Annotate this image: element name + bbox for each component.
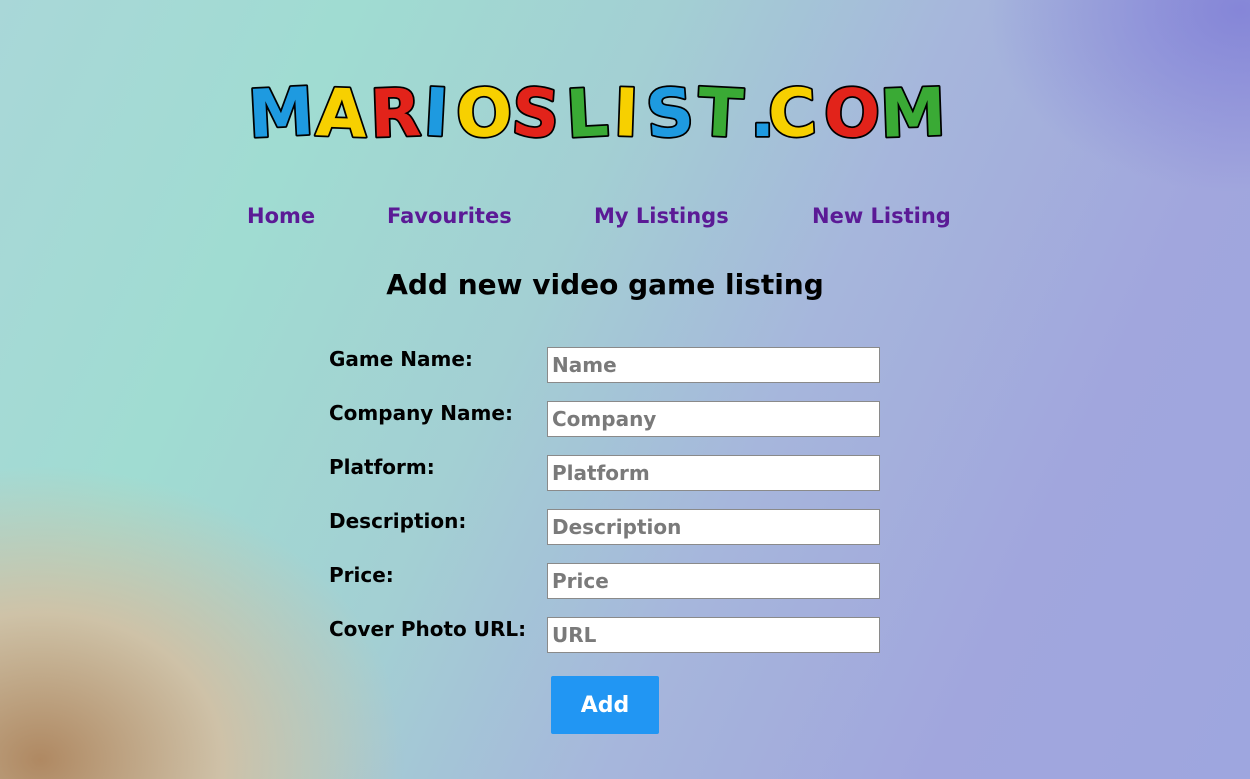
logo-letter: S: [509, 73, 562, 150]
price-label: Price:: [329, 563, 394, 587]
nav-favourites-link[interactable]: Favourites: [387, 204, 512, 228]
logo-letter: R: [369, 74, 422, 150]
game-name-input[interactable]: [547, 347, 880, 383]
logo-letter: L: [564, 74, 610, 150]
logo-letter: O: [822, 74, 882, 150]
description-label: Description:: [329, 509, 467, 533]
logo-letter: O: [455, 74, 514, 150]
cover-photo-url-input[interactable]: [547, 617, 880, 653]
cover-photo-url-label: Cover Photo URL:: [329, 617, 527, 641]
nav-new-listing-link[interactable]: New Listing: [812, 204, 951, 228]
logo-letter: M: [879, 74, 947, 150]
logo-letter: I: [422, 74, 451, 150]
company-name-input[interactable]: [547, 401, 880, 437]
logo-letter: C: [766, 74, 818, 150]
platform-label: Platform:: [329, 455, 435, 479]
page-title: Add new video game listing: [386, 268, 824, 301]
logo-letter: I: [613, 74, 640, 150]
nav-my-listings-link[interactable]: My Listings: [594, 204, 729, 228]
main-nav: Home Favourites My Listings New Listing: [0, 204, 1250, 238]
nav-home-link[interactable]: Home: [247, 204, 315, 228]
price-input[interactable]: [547, 563, 880, 599]
site-logo[interactable]: MARIOSLIST.COM: [246, 66, 966, 150]
company-name-label: Company Name:: [329, 401, 513, 425]
logo-letter: M: [246, 73, 316, 150]
logo-letter: T: [696, 74, 745, 150]
logo-letter: S: [644, 74, 697, 150]
game-name-label: Game Name:: [329, 347, 473, 371]
description-input[interactable]: [547, 509, 880, 545]
marioslist-logo-graphic: MA R I OS L I S T .C OM: [246, 71, 949, 150]
add-button[interactable]: Add: [551, 676, 659, 734]
logo-letter: A: [315, 74, 369, 150]
platform-input[interactable]: [547, 455, 880, 491]
